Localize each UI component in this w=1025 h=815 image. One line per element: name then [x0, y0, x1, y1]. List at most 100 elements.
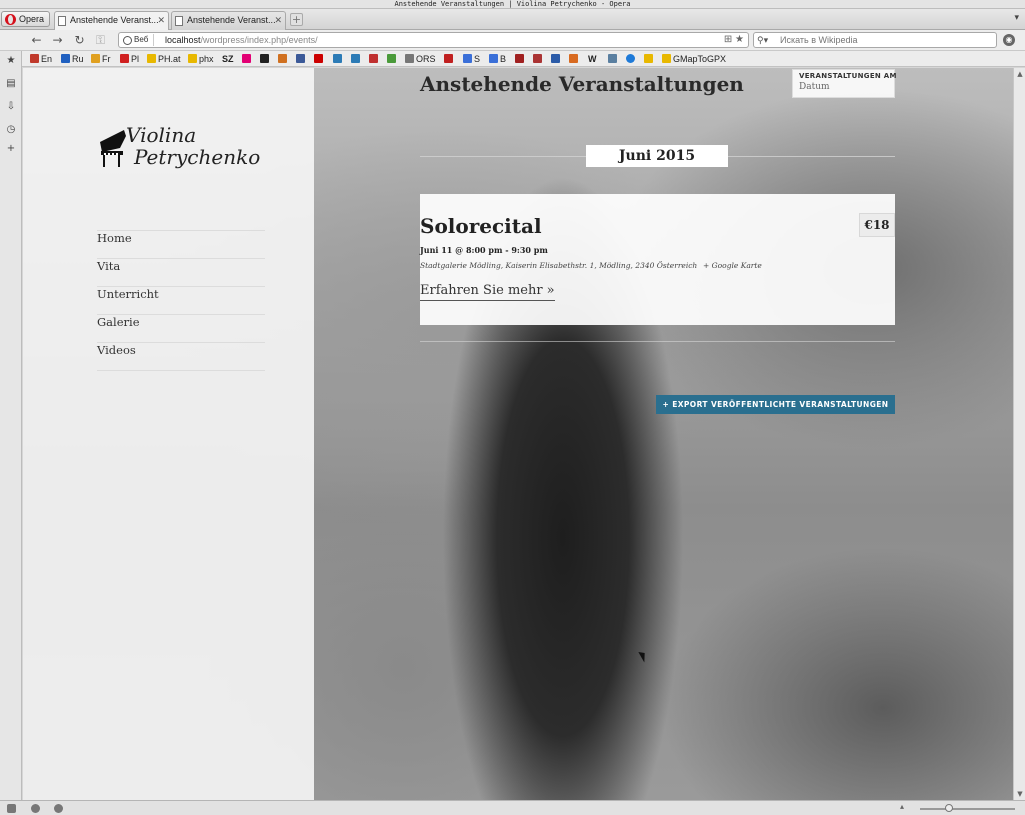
- cloud-icon[interactable]: [31, 804, 40, 813]
- tab-strip: Opera Anstehende Veranst... ✕ Anstehende…: [0, 9, 1025, 30]
- nav-item-unterricht[interactable]: Unterricht: [97, 287, 265, 315]
- page-viewport: Violina Petrychenko Home Vita Unterricht…: [23, 68, 1013, 800]
- page-icon: [58, 16, 66, 26]
- opera-menu-label: Opera: [19, 14, 45, 24]
- amazon-icon[interactable]: [260, 54, 269, 63]
- search-icon[interactable]: ⚲▾: [757, 33, 768, 47]
- nav-item-galerie[interactable]: Galerie: [97, 315, 265, 343]
- zoom-slider[interactable]: [920, 808, 1015, 810]
- nav-item-vita[interactable]: Vita: [97, 259, 265, 287]
- link-icon[interactable]: [278, 54, 287, 63]
- downloads-icon[interactable]: ⇩: [5, 101, 17, 113]
- play-icon[interactable]: [626, 54, 635, 63]
- google-map-link[interactable]: + Google Karte: [703, 261, 762, 270]
- logo-line2: Petrychenko: [134, 145, 261, 169]
- bookmark-icon[interactable]: [369, 54, 378, 63]
- history-icon[interactable]: ◷: [5, 124, 17, 136]
- event-title[interactable]: Solorecital: [420, 214, 542, 238]
- bookmark-fr[interactable]: Fr: [91, 53, 111, 65]
- date-filter-label: VERANSTALTUNGEN AM: [799, 72, 897, 80]
- bookmark-icon[interactable]: [333, 54, 342, 63]
- add-panel-icon[interactable]: +: [5, 143, 17, 155]
- address-field[interactable]: Веб localhost/wordpress/index.php/events…: [118, 32, 749, 48]
- month-heading: Juni 2015: [586, 145, 728, 167]
- bookmark-en[interactable]: En: [30, 53, 52, 65]
- notes-icon[interactable]: ▤: [5, 78, 17, 90]
- bookmark-icon[interactable]: [515, 54, 524, 63]
- rss-star-icons[interactable]: ⊞ ★: [724, 33, 744, 47]
- bookmark-icon[interactable]: [608, 54, 617, 63]
- bookmark-w[interactable]: W: [588, 53, 597, 65]
- date-filter[interactable]: VERANSTALTUNGEN AM Datum: [792, 69, 897, 98]
- bookmark-ors[interactable]: ORS: [405, 53, 436, 65]
- page-scrollbar[interactable]: ▲ ▼: [1013, 68, 1025, 800]
- bookmark-sz[interactable]: SZ: [222, 53, 234, 65]
- star-icon[interactable]: [644, 54, 653, 63]
- panel-toggle-icon[interactable]: [7, 804, 16, 813]
- bookmark-gmaptogpx[interactable]: GMapToGPX: [662, 53, 726, 65]
- bookmark-label: Fr: [102, 54, 111, 64]
- facebook-icon[interactable]: [296, 54, 305, 63]
- bookmark-pl[interactable]: Pl: [120, 53, 139, 65]
- zoom-slider-thumb[interactable]: [945, 804, 953, 812]
- bookmark-icon: [463, 54, 472, 63]
- bookmark-ph-at[interactable]: PH.at: [147, 53, 181, 65]
- scroll-up-icon[interactable]: ▲: [1016, 70, 1024, 78]
- logo-text: Violina Petrychenko: [126, 124, 260, 168]
- search-input[interactable]: [780, 33, 992, 47]
- bookmark-icon[interactable]: [551, 54, 560, 63]
- back-icon[interactable]: ←: [29, 33, 44, 47]
- scroll-down-icon[interactable]: ▼: [1016, 790, 1024, 798]
- bookmark-icon[interactable]: [533, 54, 542, 63]
- bookmark-icon[interactable]: [351, 54, 360, 63]
- bookmark-b[interactable]: B: [489, 53, 506, 65]
- forward-icon[interactable]: →: [50, 33, 65, 47]
- bookmark-label: S: [474, 54, 481, 64]
- close-icon[interactable]: ✕: [157, 12, 165, 29]
- flag-icon: [120, 54, 129, 63]
- nav-item-videos[interactable]: Videos: [97, 343, 265, 371]
- url-host: localhost: [165, 35, 201, 45]
- page-title: Anstehende Veranstaltungen: [420, 72, 744, 96]
- window-title: Anstehende Veranstaltungen | Violina Pet…: [394, 0, 631, 8]
- bookmark-icon[interactable]: [444, 54, 453, 63]
- reload-icon[interactable]: ↻: [72, 33, 87, 47]
- youtube-icon[interactable]: [314, 54, 323, 63]
- key-icon[interactable]: ⚿: [93, 33, 108, 47]
- url-text[interactable]: localhost/wordpress/index.php/events/: [165, 33, 318, 47]
- export-events-button[interactable]: + EXPORT VERÖFFENTLICHTE VERANSTALTUNGEN: [656, 395, 895, 414]
- read-more-link[interactable]: Erfahren Sie mehr »: [420, 283, 555, 301]
- address-toolbar: ← → ↻ ⚿ Веб localhost/wordpress/index.ph…: [0, 30, 1025, 51]
- tab-events[interactable]: Anstehende Veranst... ✕: [171, 11, 286, 30]
- close-icon[interactable]: ✕: [274, 12, 282, 29]
- star-icon[interactable]: ★: [5, 55, 17, 67]
- nav-item-home[interactable]: Home: [97, 231, 265, 259]
- site-sidebar: Violina Petrychenko Home Vita Unterricht…: [23, 68, 314, 800]
- search-field[interactable]: ⚲▾: [753, 32, 997, 48]
- speed-dial-icon[interactable]: [54, 804, 63, 813]
- url-path: /wordpress/index.php/events/: [200, 35, 318, 45]
- status-bar: ▴: [0, 800, 1025, 815]
- bookmark-icon[interactable]: [387, 54, 396, 63]
- zoom-decrease-icon[interactable]: ▴: [900, 802, 904, 811]
- site-nav: Home Vita Unterricht Galerie Videos: [97, 230, 265, 371]
- tab-events-active[interactable]: Anstehende Veranst... ✕: [54, 11, 169, 30]
- logo-line1: Violina: [126, 123, 197, 147]
- date-filter-input[interactable]: Datum: [799, 82, 888, 92]
- event-venue[interactable]: Stadtgalerie Mödling, Kaiserin Elisabeth…: [420, 261, 697, 270]
- star-icon: [188, 54, 197, 63]
- bookmark-label: GMapToGPX: [673, 54, 727, 64]
- bookmark-icon[interactable]: [569, 54, 578, 63]
- bookmark-s[interactable]: S: [463, 53, 480, 65]
- bookmark-phx[interactable]: phx: [188, 53, 214, 65]
- bookmark-ru[interactable]: Ru: [61, 53, 84, 65]
- chevron-down-icon[interactable]: ▾: [1014, 13, 1019, 23]
- browser-menu-icon[interactable]: ◉: [1003, 34, 1015, 46]
- opera-menu-button[interactable]: Opera: [1, 11, 50, 27]
- new-tab-button[interactable]: +: [290, 13, 303, 26]
- opera-logo-icon: [5, 14, 16, 25]
- telekom-icon[interactable]: [242, 54, 251, 63]
- site-logo[interactable]: Violina Petrychenko: [98, 124, 260, 174]
- web-badge[interactable]: Веб: [121, 34, 155, 46]
- bookmark-label: Ru: [72, 54, 84, 64]
